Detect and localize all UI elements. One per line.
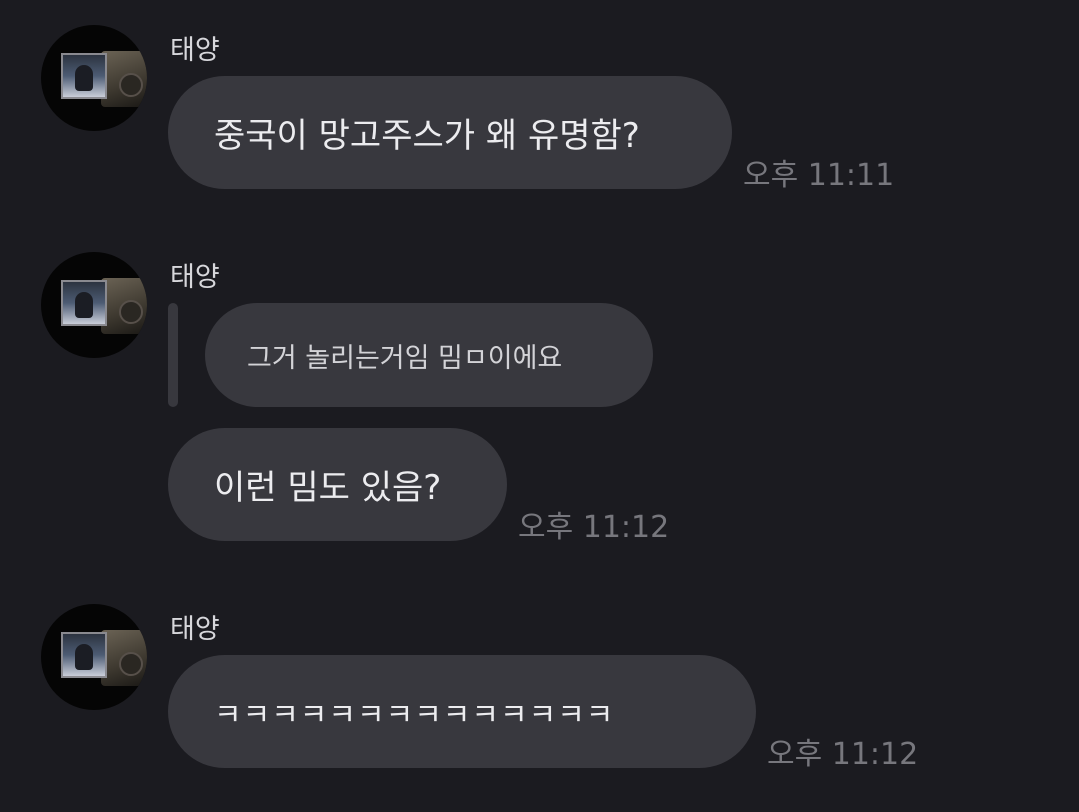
avatar-screen-graphic [61,632,107,678]
avatar[interactable] [41,25,147,131]
chat-view: 태양 중국이 망고주스가 왜 유명함? 오후 11:11 태양 그거 놀리는거임… [0,0,1079,812]
message-timestamp: 오후 11:12 [518,510,670,545]
avatar-screen-graphic [61,280,107,326]
message-timestamp: 오후 11:11 [743,158,895,193]
message-bubble[interactable]: 이런 밈도 있음? [168,428,507,541]
replied-message-bubble[interactable]: 그거 놀리는거임 밈ㅁ이에요 [205,303,653,407]
message-timestamp: 오후 11:12 [767,737,919,772]
message-bubble[interactable]: ㅋㅋㅋㅋㅋㅋㅋㅋㅋㅋㅋㅋㅋㅋ [168,655,756,768]
reply-indicator-bar [168,303,178,407]
sender-name: 태양 [170,614,220,645]
avatar-camera-graphic [101,630,147,686]
avatar[interactable] [41,252,147,358]
avatar[interactable] [41,604,147,710]
sender-name: 태양 [170,35,220,66]
sender-name: 태양 [170,262,220,293]
avatar-camera-graphic [101,51,147,107]
message-bubble[interactable]: 중국이 망고주스가 왜 유명함? [168,76,732,189]
avatar-screen-graphic [61,53,107,99]
avatar-camera-graphic [101,278,147,334]
